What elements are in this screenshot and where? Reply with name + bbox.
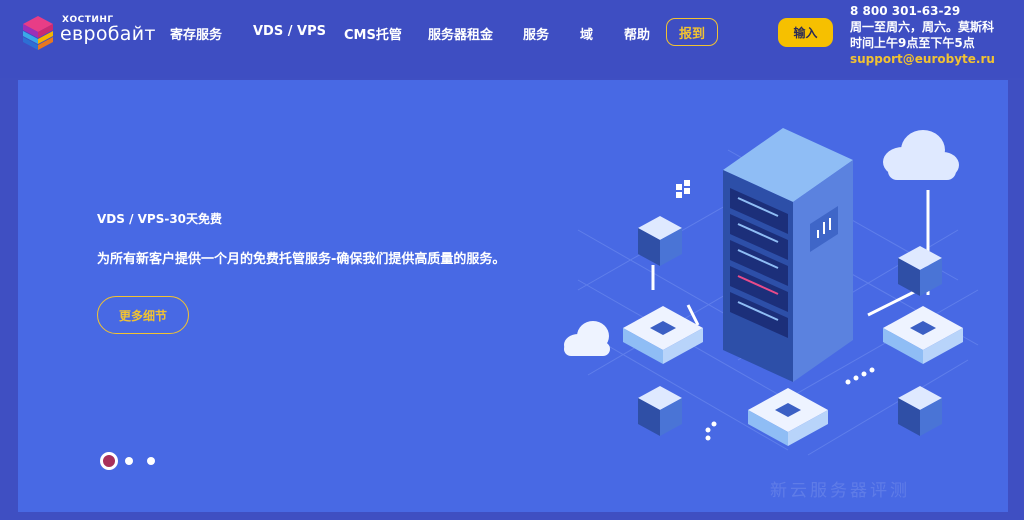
nav-domains[interactable]: 域 [580,24,593,43]
contact-phone[interactable]: 8 800 301-63-29 [850,3,1022,19]
network-cube-icon-right [898,246,942,296]
more-details-button[interactable]: 更多细节 [97,296,189,334]
logo-brand-text: евробайт [60,23,156,45]
slider-dot-3[interactable] [147,457,155,465]
slider-dot-1[interactable] [100,452,118,470]
watermark-text: 新云服务器评测 [770,481,910,501]
site-logo[interactable]: ХОСТИНГ евробайт [20,12,155,52]
network-cube-icon-bottom-right [898,386,942,436]
contact-hours-line2: 时间上午9点至下午5点 [850,36,975,50]
contact-email[interactable]: support@eurobyte.ru [850,51,1022,67]
slider-dot-2[interactable] [125,457,133,465]
contact-hours-line1: 周一至周六，周六。莫斯科 [850,20,995,34]
server-rack-icon [723,128,853,382]
hero-description: 为所有新客户提供一个月的免费托管服务-确保我们提供高质量的服务。 [97,252,506,267]
nav-vds-vps[interactable]: VDS / VPS [253,24,326,39]
login-button[interactable]: 输入 [778,18,833,47]
contact-info: 8 800 301-63-29 周一至周六，周六。莫斯科 时间上午9点至下午5点… [850,3,1022,67]
nav-server-rental[interactable]: 服务器租金 [428,24,493,43]
site-header: ХОСТИНГ евробайт 寄存服务 VDS / VPS CMS托管 服务… [0,0,1024,78]
hero-banner: VDS / VPS-30天免费 为所有新客户提供一个月的免费托管服务-确保我们提… [18,80,1008,512]
cloud-icon-left [564,321,610,356]
network-cube-icon-bottom-left [638,386,682,436]
nav-hosting[interactable]: 寄存服务 [170,24,222,43]
server-node-icon-bottom [748,388,828,446]
nav-help[interactable]: 帮助 [624,24,650,43]
network-cube-icon [638,216,682,266]
cube-logo-icon [23,16,53,50]
nav-services[interactable]: 服务 [523,24,549,43]
server-illustration [564,128,979,456]
register-button[interactable]: 报到 [666,18,718,46]
server-node-icon-right [883,306,963,364]
nav-cms-hosting[interactable]: CMS托管 [344,24,402,43]
hero-title: VDS / VPS-30天免费 [97,212,223,226]
cloud-icon [883,130,959,180]
